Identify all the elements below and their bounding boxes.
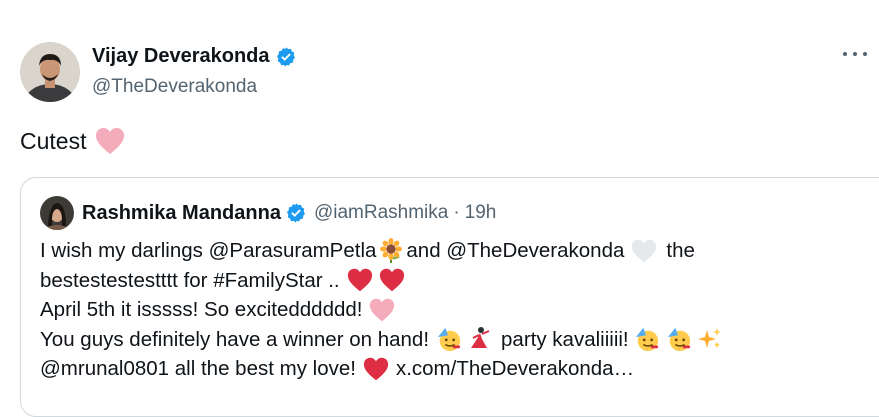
quoted-author-handle[interactable]: @iamRashmika [314, 202, 448, 224]
quoted-author-avatar[interactable] [40, 196, 74, 230]
quoted-line: @mrunal0801 all the best my love! x.com/… [40, 354, 725, 384]
quoted-tweet-header: Rashmika Mandanna @iamRashmika · 19h [40, 196, 496, 230]
quoted-tweet-card[interactable]: Rashmika Mandanna @iamRashmika · 19h I w… [20, 177, 879, 417]
quoted-line: bestestestestttt for #FamilyStar .. [40, 266, 725, 296]
quoted-line-text: @mrunal0801 all the best my love! [40, 357, 356, 380]
quoted-tweet-text: I wish my darlings @ParasuramPetla and @… [40, 236, 725, 384]
white-heart-icon [632, 239, 657, 263]
quoted-line-text: party kavaliiiii! [501, 327, 629, 351]
quoted-line: You guys definitely have a winner on han… [40, 325, 725, 355]
quoted-line-text: April 5th it isssss! So excitedddddd! [40, 298, 363, 321]
quoted-line-text: You guys definitely have a winner on han… [40, 327, 430, 351]
partying-face-icon [635, 328, 658, 352]
separator-dot: · [453, 202, 460, 223]
verified-badge-icon [276, 46, 295, 67]
red-heart-icon [379, 268, 404, 292]
sunflower-icon [380, 237, 403, 263]
partying-face-icon [437, 328, 461, 352]
author-name-row: Vijay Deverakonda [92, 45, 297, 68]
red-heart-icon [347, 268, 372, 292]
tweet-text: Cutest [20, 126, 126, 156]
red-heart-icon [363, 357, 389, 381]
tweet-text-content: Cutest [20, 127, 87, 154]
quoted-tweet-time[interactable]: 19h [465, 202, 497, 224]
verified-badge-icon [286, 203, 305, 223]
partying-face-icon [667, 328, 690, 352]
quoted-line: I wish my darlings @ParasuramPetla and @… [40, 236, 725, 266]
quoted-link[interactable]: x.com/TheDeverakonda… [396, 354, 634, 384]
quoted-author-name[interactable]: Rashmika Mandanna [82, 202, 281, 225]
dancer-icon [471, 327, 490, 349]
author-handle[interactable]: @TheDeverakonda [92, 76, 257, 98]
quoted-line-text: I wish my darlings @ParasuramPetla [40, 239, 377, 262]
quoted-line-text: bestestestestttt for #FamilyStar .. [40, 268, 340, 292]
author-name[interactable]: Vijay Deverakonda [92, 45, 270, 68]
pink-heart-icon [96, 128, 125, 154]
quoted-line-text: and @TheDeverakonda [406, 239, 625, 262]
more-options-icon[interactable] [843, 47, 867, 61]
author-avatar[interactable] [20, 42, 80, 102]
quoted-line-text: the [666, 239, 695, 262]
pink-heart-icon [370, 298, 395, 322]
quoted-line: April 5th it isssss! So excitedddddd! [40, 295, 725, 325]
sparkles-icon [697, 328, 721, 349]
